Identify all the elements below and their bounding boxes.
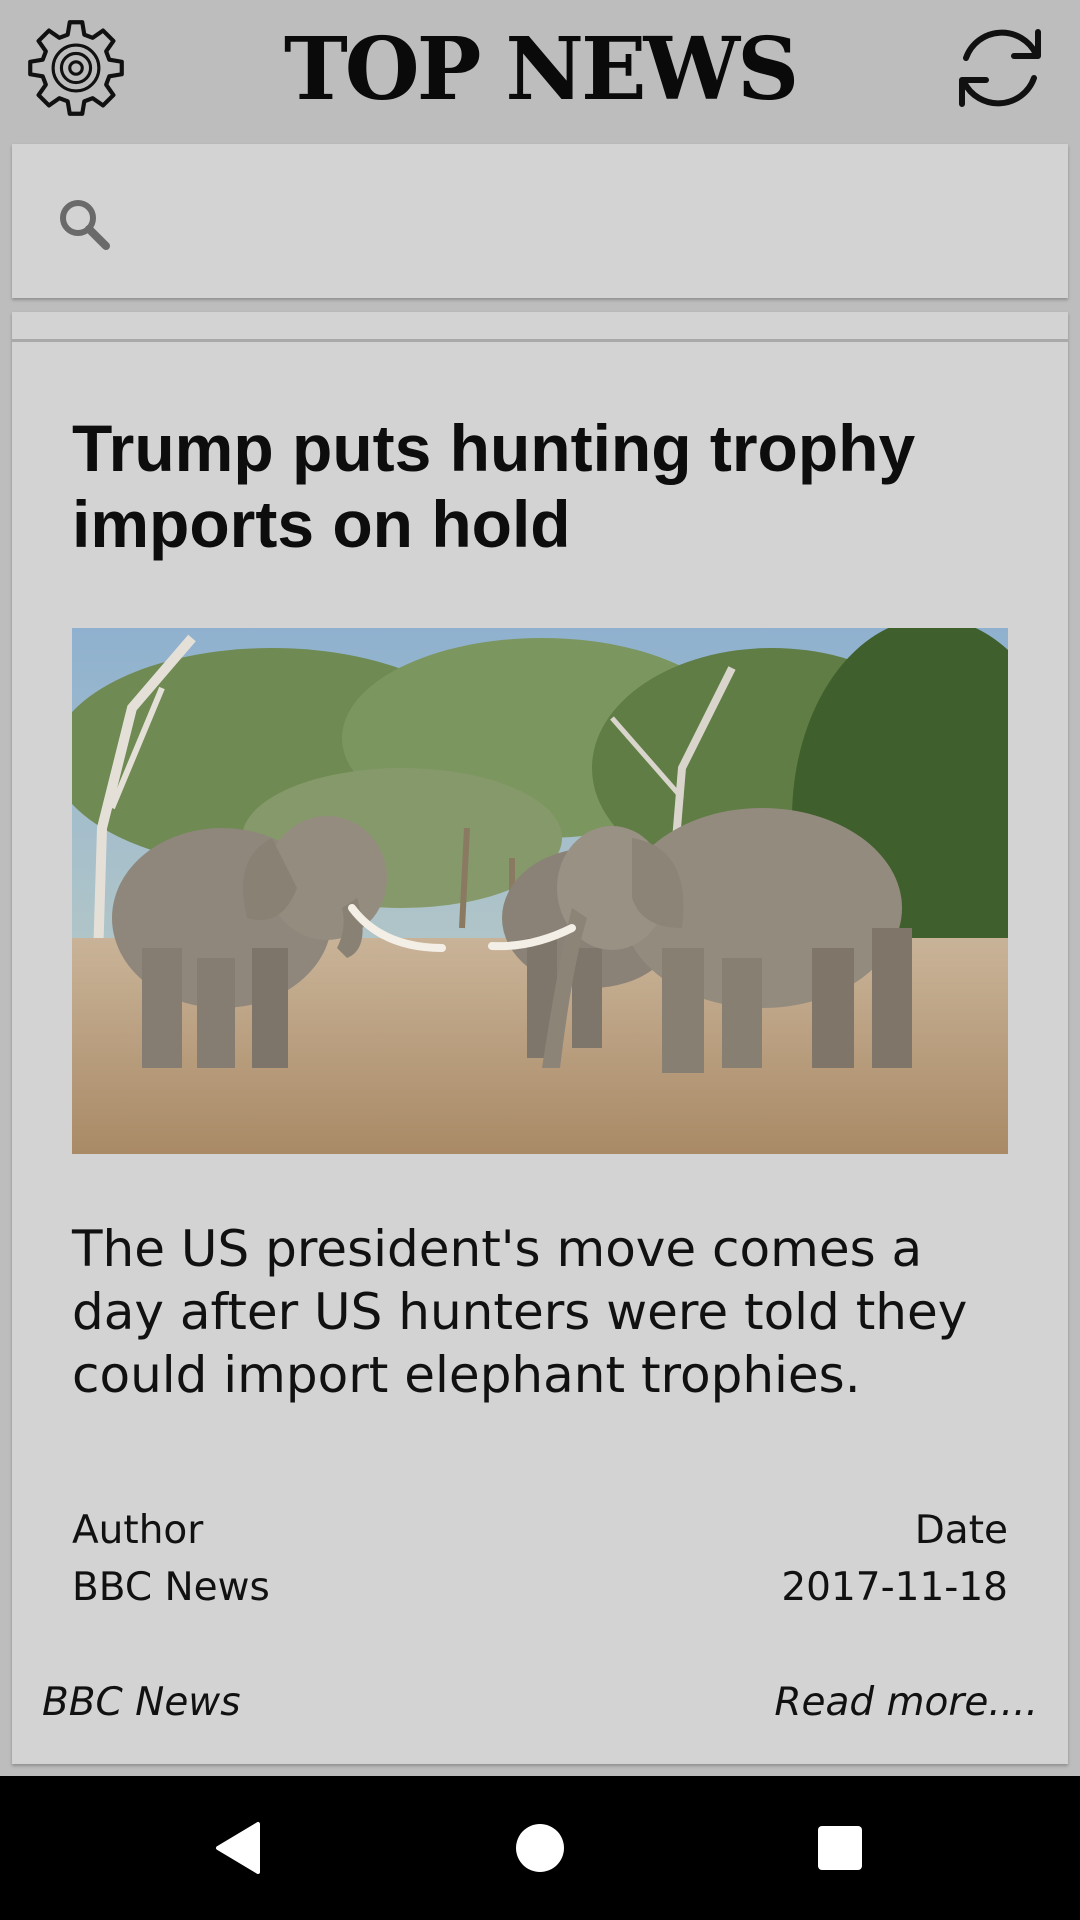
article-headline[interactable]: Trump puts hunting trophy imports on hol… [72,410,992,562]
card-divider [12,339,1068,342]
refresh-button[interactable] [950,18,1050,118]
elephants-photo [72,628,1008,1154]
search-input[interactable] [130,174,1034,272]
recents-button[interactable] [792,1800,888,1896]
app-title: TOP NEWS [283,19,799,120]
date-value: 2017-11-18 [781,1565,1008,1610]
date-label: Date [914,1508,1008,1553]
home-button[interactable] [492,1800,588,1896]
article-image[interactable] [72,628,1008,1154]
gear-icon [28,20,124,116]
search-icon[interactable] [54,194,114,254]
refresh-icon [959,29,1041,107]
read-more-link[interactable]: Read more.... [774,1680,1038,1725]
settings-button[interactable] [24,16,128,120]
author-value: BBC News [72,1565,270,1610]
back-triangle-icon [216,1822,260,1874]
author-label: Author [72,1508,204,1553]
article-summary: The US president's move comes a day afte… [72,1220,968,1404]
home-circle-icon [516,1824,564,1872]
recents-square-icon [818,1826,862,1870]
system-navigation-bar [0,1776,1080,1920]
source-link[interactable]: BBC News [42,1680,241,1725]
top-app-bar: TOP NEWS [0,0,1080,140]
back-button[interactable] [192,1800,288,1896]
